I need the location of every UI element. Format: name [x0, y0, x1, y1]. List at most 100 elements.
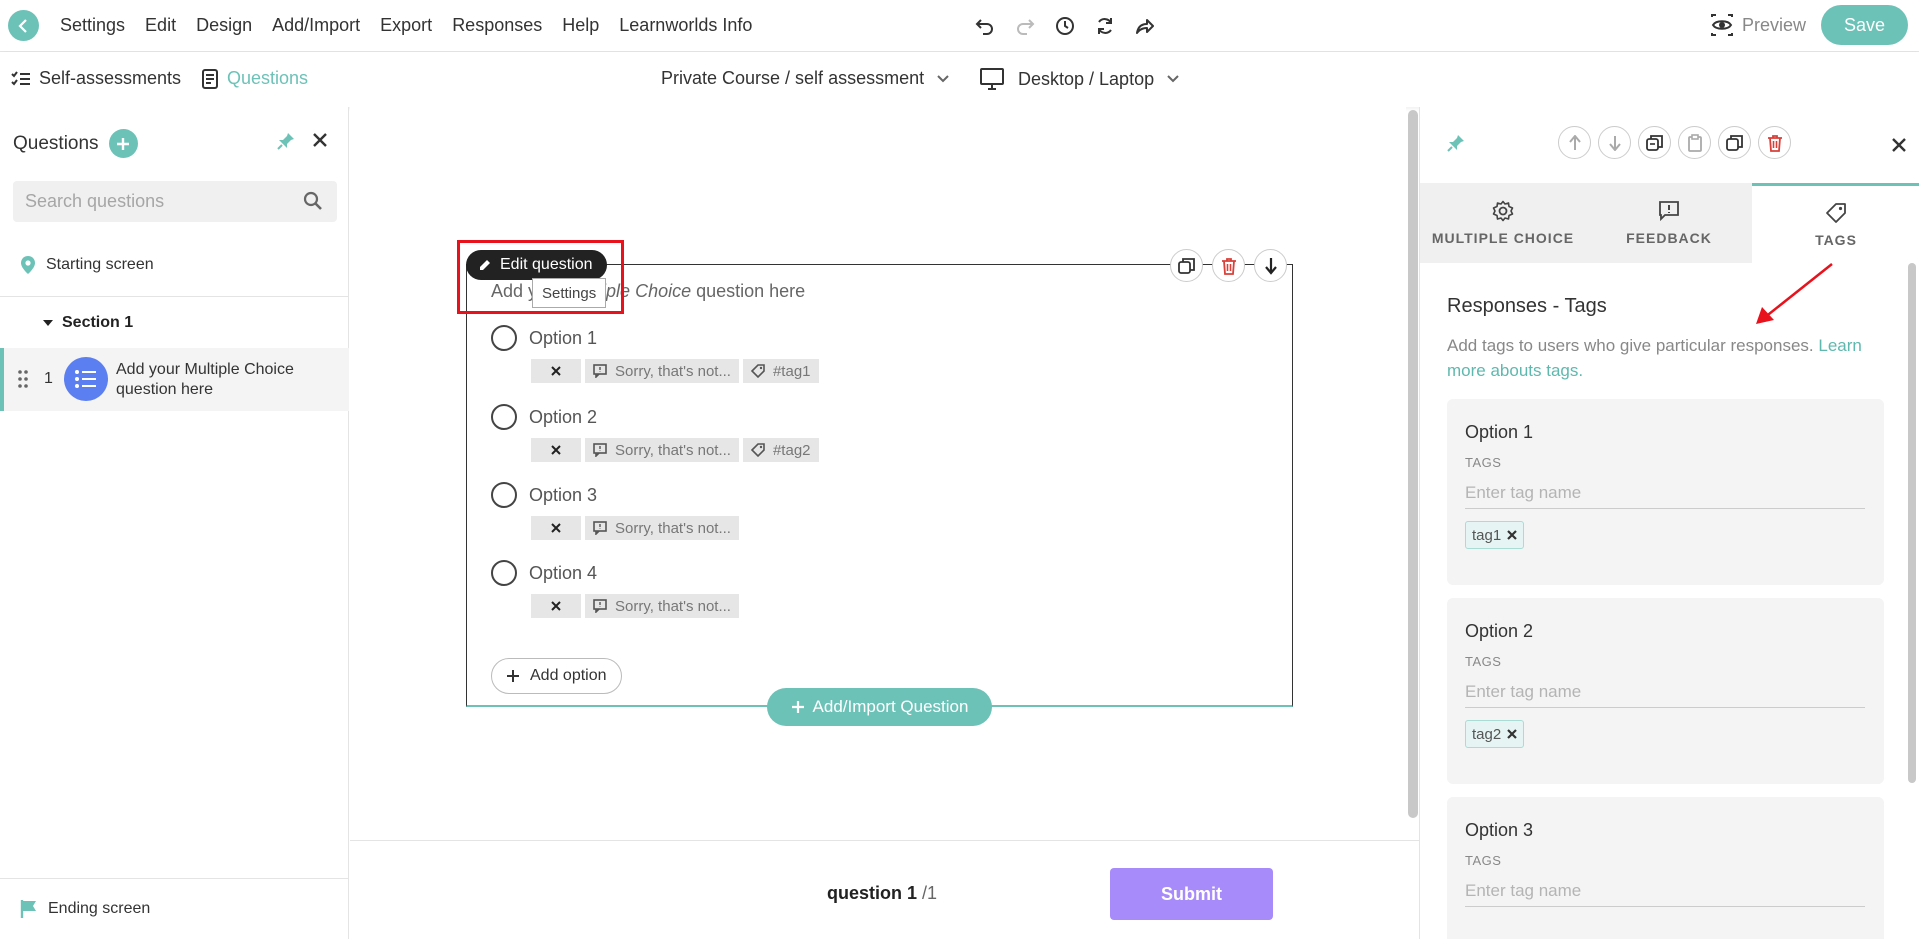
history-icon[interactable]	[1052, 13, 1078, 39]
tab-feedback-label: FEEDBACK	[1626, 230, 1712, 246]
feedback-text: Sorry, that's not...	[615, 441, 731, 459]
question-card[interactable]: Add your Multiple Choice question here O…	[466, 264, 1293, 707]
tag-text: #tag2	[772, 441, 811, 459]
add-question-button[interactable]	[108, 129, 138, 158]
redo-icon[interactable]	[1012, 13, 1038, 39]
menu-edit[interactable]: Edit	[145, 15, 176, 36]
answer-option[interactable]: Option 3	[491, 482, 597, 508]
search-box	[13, 181, 337, 222]
move-up-button[interactable]	[1558, 126, 1591, 159]
menu-design[interactable]: Design	[196, 15, 252, 36]
add-option-button[interactable]: Add option	[491, 658, 622, 694]
search-input[interactable]	[25, 181, 295, 222]
feedback-chip[interactable]: Sorry, that's not...	[585, 359, 739, 383]
ending-screen-item[interactable]: Ending screen	[0, 878, 349, 939]
delete-button[interactable]	[1212, 249, 1245, 282]
section-header[interactable]: Section 1	[42, 314, 133, 332]
radio-button[interactable]	[491, 325, 517, 351]
menu-help[interactable]: Help	[562, 15, 599, 36]
save-button[interactable]: Save	[1821, 5, 1908, 45]
tags-title: Responses - Tags	[1447, 295, 1607, 317]
answer-option[interactable]: Option 2	[491, 404, 597, 430]
tab-multiple-choice-label: MULTIPLE CHOICE	[1431, 230, 1575, 246]
add-import-question-button[interactable]: Add/Import Question	[767, 688, 992, 726]
incorrect-chip[interactable]	[531, 359, 581, 383]
course-selector[interactable]: Private Course / self assessment	[661, 68, 950, 89]
tag-icon	[750, 364, 765, 378]
starting-screen-label: Starting screen	[46, 256, 154, 273]
move-down-button[interactable]	[1254, 249, 1287, 282]
option-label[interactable]: Option 1	[529, 328, 597, 349]
device-selector[interactable]: Desktop / Laptop	[980, 68, 1180, 90]
starting-screen-item[interactable]: Starting screen	[20, 255, 154, 275]
panel-scrollbar[interactable]	[1908, 263, 1916, 783]
menu-learnworlds-info[interactable]: Learnworlds Info	[619, 15, 752, 36]
canvas-scrollbar[interactable]	[1408, 110, 1418, 818]
back-button[interactable]	[8, 10, 39, 41]
option-label[interactable]: Option 4	[529, 563, 597, 584]
settings-panel: MULTIPLE CHOICE FEEDBACK TAGS Responses …	[1419, 107, 1919, 939]
drag-handle-icon[interactable]	[17, 369, 29, 389]
arrow-down-icon	[1608, 135, 1621, 151]
delete-button[interactable]	[1758, 126, 1791, 159]
gear-icon	[1492, 200, 1514, 222]
remove-tag-icon[interactable]	[1507, 530, 1517, 540]
add-option-label: Add option	[530, 667, 607, 684]
search-icon[interactable]	[303, 191, 323, 211]
tag-name-input[interactable]	[1465, 676, 1865, 708]
radio-button[interactable]	[491, 560, 517, 586]
option-label[interactable]: Option 3	[529, 485, 597, 506]
submit-button[interactable]: Submit	[1110, 868, 1273, 920]
paste-button[interactable]	[1678, 126, 1711, 159]
questions-link[interactable]: Questions	[201, 68, 308, 89]
panel-actions	[1558, 126, 1798, 159]
close-icon[interactable]	[312, 132, 328, 148]
radio-button[interactable]	[491, 404, 517, 430]
answer-option[interactable]: Option 4	[491, 560, 597, 586]
menu-settings[interactable]: Settings	[60, 15, 125, 36]
menu-export[interactable]: Export	[380, 15, 432, 36]
question-list-item[interactable]: 1 Add your Multiple Choice question here	[0, 348, 349, 411]
feedback-chip[interactable]: Sorry, that's not...	[585, 438, 739, 462]
self-assessments-link[interactable]: Self-assessments	[11, 68, 181, 89]
tab-feedback[interactable]: FEEDBACK	[1586, 183, 1752, 263]
incorrect-chip[interactable]	[531, 594, 581, 618]
tags-label: TAGS	[1465, 455, 1502, 470]
pin-icon[interactable]	[1446, 133, 1466, 153]
remove-tag-icon[interactable]	[1507, 729, 1517, 739]
tab-tags[interactable]: TAGS	[1752, 183, 1919, 263]
duplicate-button[interactable]	[1718, 126, 1751, 159]
copy-icon	[1177, 257, 1195, 274]
incorrect-chip[interactable]	[531, 516, 581, 540]
feedback-chip[interactable]: Sorry, that's not...	[585, 516, 739, 540]
tab-multiple-choice[interactable]: MULTIPLE CHOICE	[1420, 183, 1586, 263]
radio-button[interactable]	[491, 482, 517, 508]
share-icon[interactable]	[1132, 13, 1158, 39]
tag-chip[interactable]: #tag2	[742, 438, 819, 462]
tag-chip[interactable]: #tag1	[742, 359, 819, 383]
menu-add-import[interactable]: Add/Import	[272, 15, 360, 36]
question-list-text: Add your Multiple Choice question here	[116, 361, 294, 398]
incorrect-chip[interactable]	[531, 438, 581, 462]
tag-name-input[interactable]	[1465, 477, 1865, 509]
comment-icon	[593, 521, 607, 535]
menu-responses[interactable]: Responses	[452, 15, 542, 36]
option-label[interactable]: Option 2	[529, 407, 597, 428]
answer-option[interactable]: Option 1	[491, 325, 597, 351]
arrow-down-icon	[1264, 257, 1277, 275]
option-chips: Sorry, that's not...	[531, 594, 743, 618]
device-label: Desktop / Laptop	[1018, 68, 1155, 89]
undo-icon[interactable]	[972, 13, 998, 39]
feedback-chip[interactable]: Sorry, that's not...	[585, 594, 739, 618]
duplicate-button[interactable]	[1170, 249, 1203, 282]
copy-style-button[interactable]	[1638, 126, 1671, 159]
pin-icon[interactable]	[276, 131, 296, 151]
move-down-button[interactable]	[1598, 126, 1631, 159]
refresh-icon[interactable]	[1092, 13, 1118, 39]
tags-content: Responses - Tags Add tags to users who g…	[1420, 263, 1919, 939]
close-icon[interactable]	[1891, 137, 1907, 153]
tags-label: TAGS	[1465, 654, 1502, 669]
chevron-down-icon	[936, 74, 950, 84]
preview-button[interactable]: Preview	[1710, 14, 1806, 36]
tag-name-input[interactable]	[1465, 875, 1865, 907]
